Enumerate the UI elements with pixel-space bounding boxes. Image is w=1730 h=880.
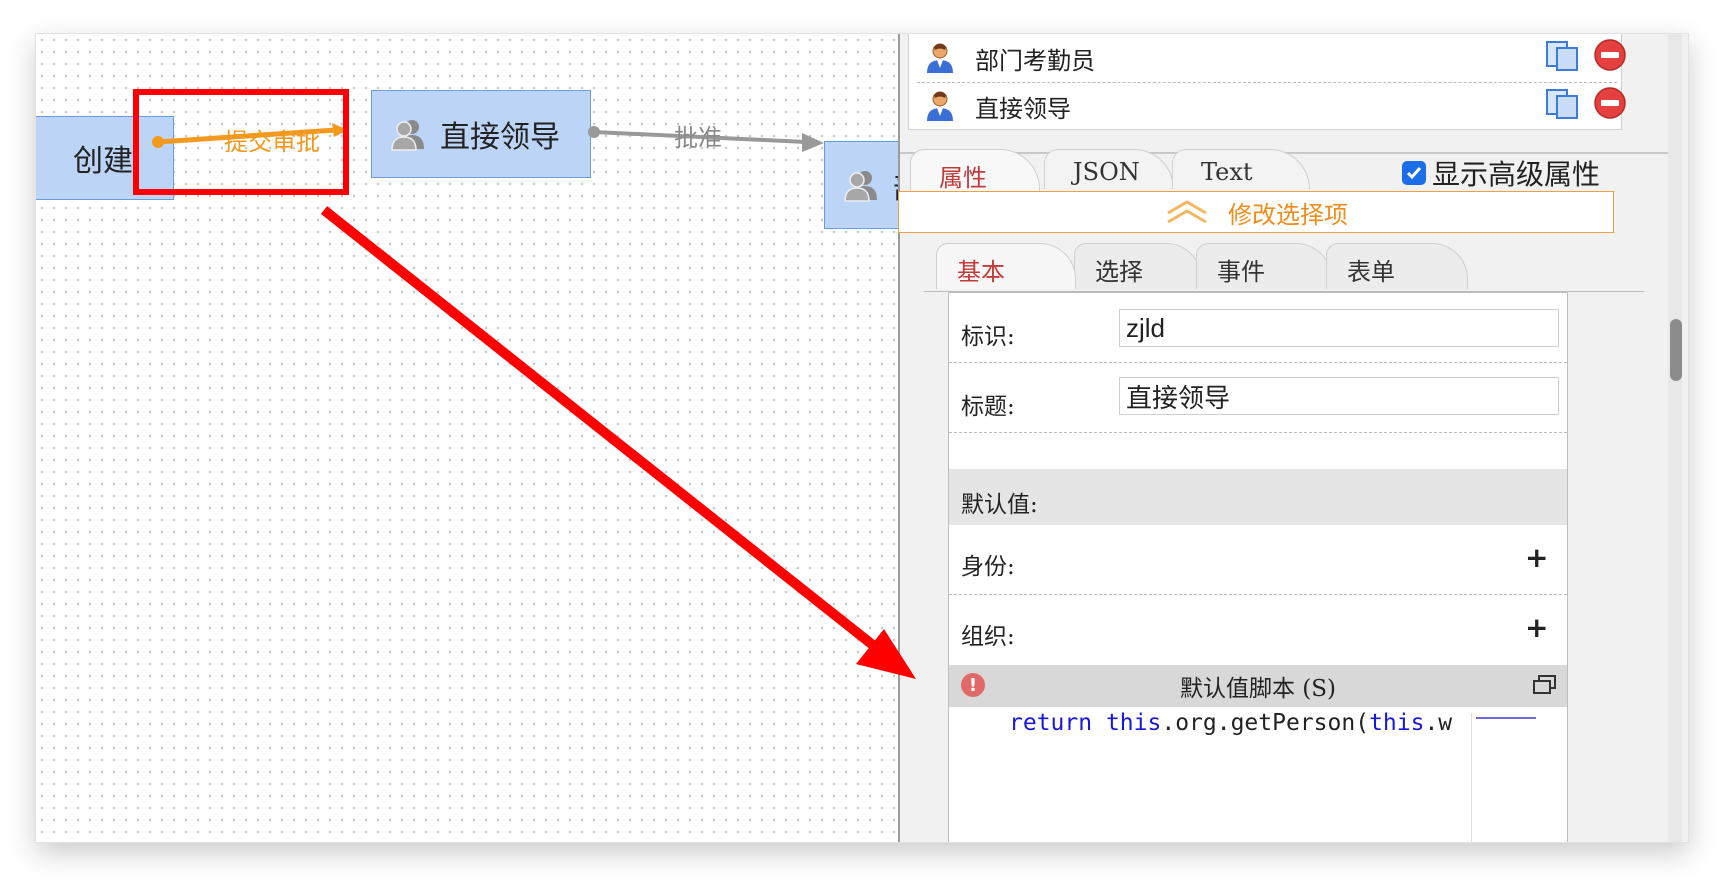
annotation-arrow — [320, 206, 878, 650]
modify-selection-label: 修改选择项 — [1228, 200, 1348, 229]
annotation-arrow-layer — [320, 206, 916, 679]
app-window: 创建 直接领导 部 — [36, 34, 1688, 842]
double-chevron-up-icon — [1167, 200, 1207, 224]
modify-selection-bar[interactable]: 修改选择项 — [898, 191, 1614, 233]
